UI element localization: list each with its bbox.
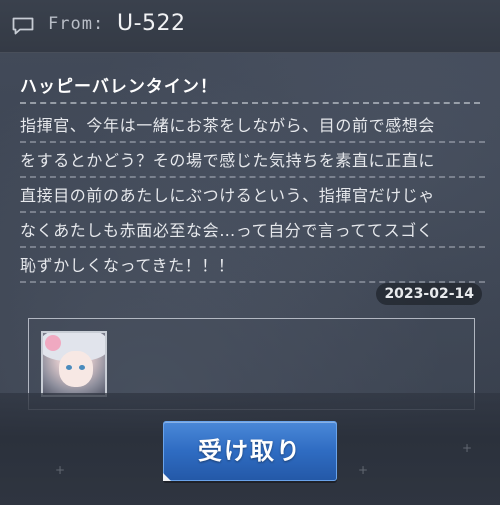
mail-header: From: U-522	[0, 0, 500, 53]
message-line: 恥ずかしくなってきた！！！	[20, 248, 485, 283]
decor-plus-icon: +	[462, 441, 473, 455]
decor-plus-icon: +	[55, 463, 66, 477]
title-divider	[20, 102, 480, 104]
message-line: 直接目の前のあたしにぶつけるという、指揮官だけじゃ	[20, 178, 485, 213]
message-title: ハッピーバレンタイン！	[20, 77, 218, 97]
message-line: 指揮官、今年は一緒にお茶をしながら、目の前で感想会	[20, 108, 485, 143]
portrait-flower	[45, 335, 61, 351]
chat-bubble-icon	[12, 17, 34, 35]
mail-screen: From: U-522 ハッピーバレンタイン！ 指揮官、今年は一緒にお茶をしなが…	[0, 0, 500, 505]
receive-button[interactable]: 受け取り	[163, 421, 337, 481]
button-corner-accent	[163, 473, 171, 481]
message-date: 2023-02-14	[376, 283, 482, 305]
portrait-face	[59, 351, 93, 387]
receive-button-label: 受け取り	[198, 437, 302, 465]
message-line: をするとかどう？その場で感じた気持ちを素直に正直に	[20, 143, 485, 178]
message-line: なくあたしも赤面必至な会…って自分で言っててスゴく	[20, 213, 485, 248]
from-label: From:	[48, 14, 105, 34]
portrait-eye	[66, 365, 72, 370]
sender-name: U-522	[117, 11, 186, 36]
portrait-eye	[79, 365, 85, 370]
message-body: 指揮官、今年は一緒にお茶をしながら、目の前で感想会 をするとかどう？その場で感じ…	[20, 108, 485, 283]
decor-plus-icon: +	[358, 463, 369, 477]
character-portrait-icon[interactable]	[41, 331, 107, 397]
